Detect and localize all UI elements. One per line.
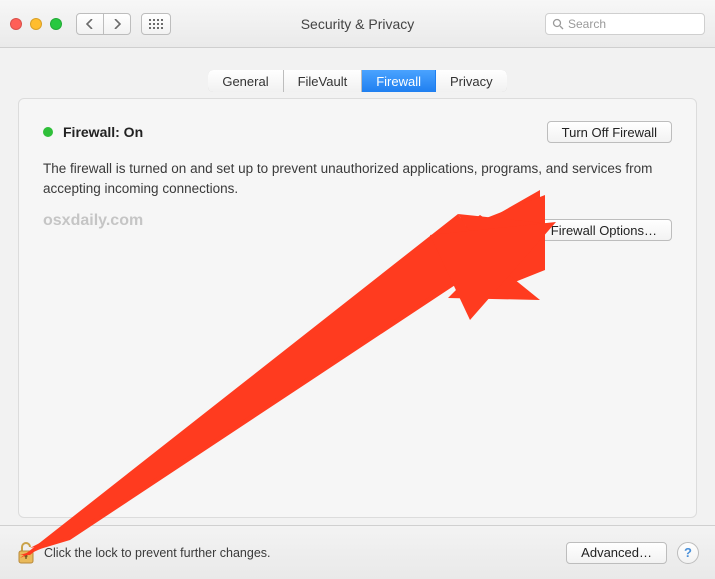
status-row: Firewall: On Turn Off Firewall <box>43 121 672 143</box>
show-all-button[interactable] <box>141 13 171 35</box>
zoom-icon[interactable] <box>50 18 62 30</box>
back-button[interactable] <box>76 13 104 35</box>
footer: Click the lock to prevent further change… <box>0 525 715 579</box>
nav-buttons <box>76 13 171 35</box>
grid-icon <box>149 19 163 29</box>
tab-general[interactable]: General <box>208 70 283 92</box>
window-title: Security & Privacy <box>301 16 415 32</box>
close-icon[interactable] <box>10 18 22 30</box>
titlebar: Security & Privacy Search <box>0 0 715 48</box>
lock-open-icon <box>16 541 36 565</box>
tab-label: FileVault <box>298 74 348 89</box>
status-left: Firewall: On <box>43 124 143 140</box>
search-placeholder: Search <box>568 17 606 31</box>
status-indicator-icon <box>43 127 53 137</box>
window-controls <box>10 18 62 30</box>
firewall-description: The firewall is turned on and set up to … <box>43 159 663 198</box>
search-icon <box>552 18 564 30</box>
segmented-control: General FileVault Firewall Privacy <box>208 70 506 92</box>
forward-button[interactable] <box>103 13 131 35</box>
turn-off-firewall-button[interactable]: Turn Off Firewall <box>547 121 672 143</box>
search-input[interactable]: Search <box>545 13 705 35</box>
tab-filevault[interactable]: FileVault <box>284 70 363 92</box>
tab-firewall[interactable]: Firewall <box>362 70 436 92</box>
tab-label: Privacy <box>450 74 493 89</box>
tab-label: General <box>222 74 268 89</box>
lock-button[interactable] <box>16 541 36 565</box>
minimize-icon[interactable] <box>30 18 42 30</box>
firewall-options-button[interactable]: Firewall Options… <box>536 219 672 241</box>
chevron-right-icon <box>113 19 121 29</box>
advanced-button[interactable]: Advanced… <box>566 542 667 564</box>
footer-right: Advanced… ? <box>566 542 699 564</box>
help-button[interactable]: ? <box>677 542 699 564</box>
tab-privacy[interactable]: Privacy <box>436 70 507 92</box>
tab-label: Firewall <box>376 74 421 89</box>
firewall-status: Firewall: On <box>63 124 143 140</box>
chevron-left-icon <box>86 19 94 29</box>
firewall-panel: Firewall: On Turn Off Firewall The firew… <box>18 98 697 518</box>
search-field-wrap: Search <box>545 13 705 35</box>
lock-text: Click the lock to prevent further change… <box>44 546 271 560</box>
tabs: General FileVault Firewall Privacy <box>0 70 715 92</box>
help-icon: ? <box>684 545 692 560</box>
